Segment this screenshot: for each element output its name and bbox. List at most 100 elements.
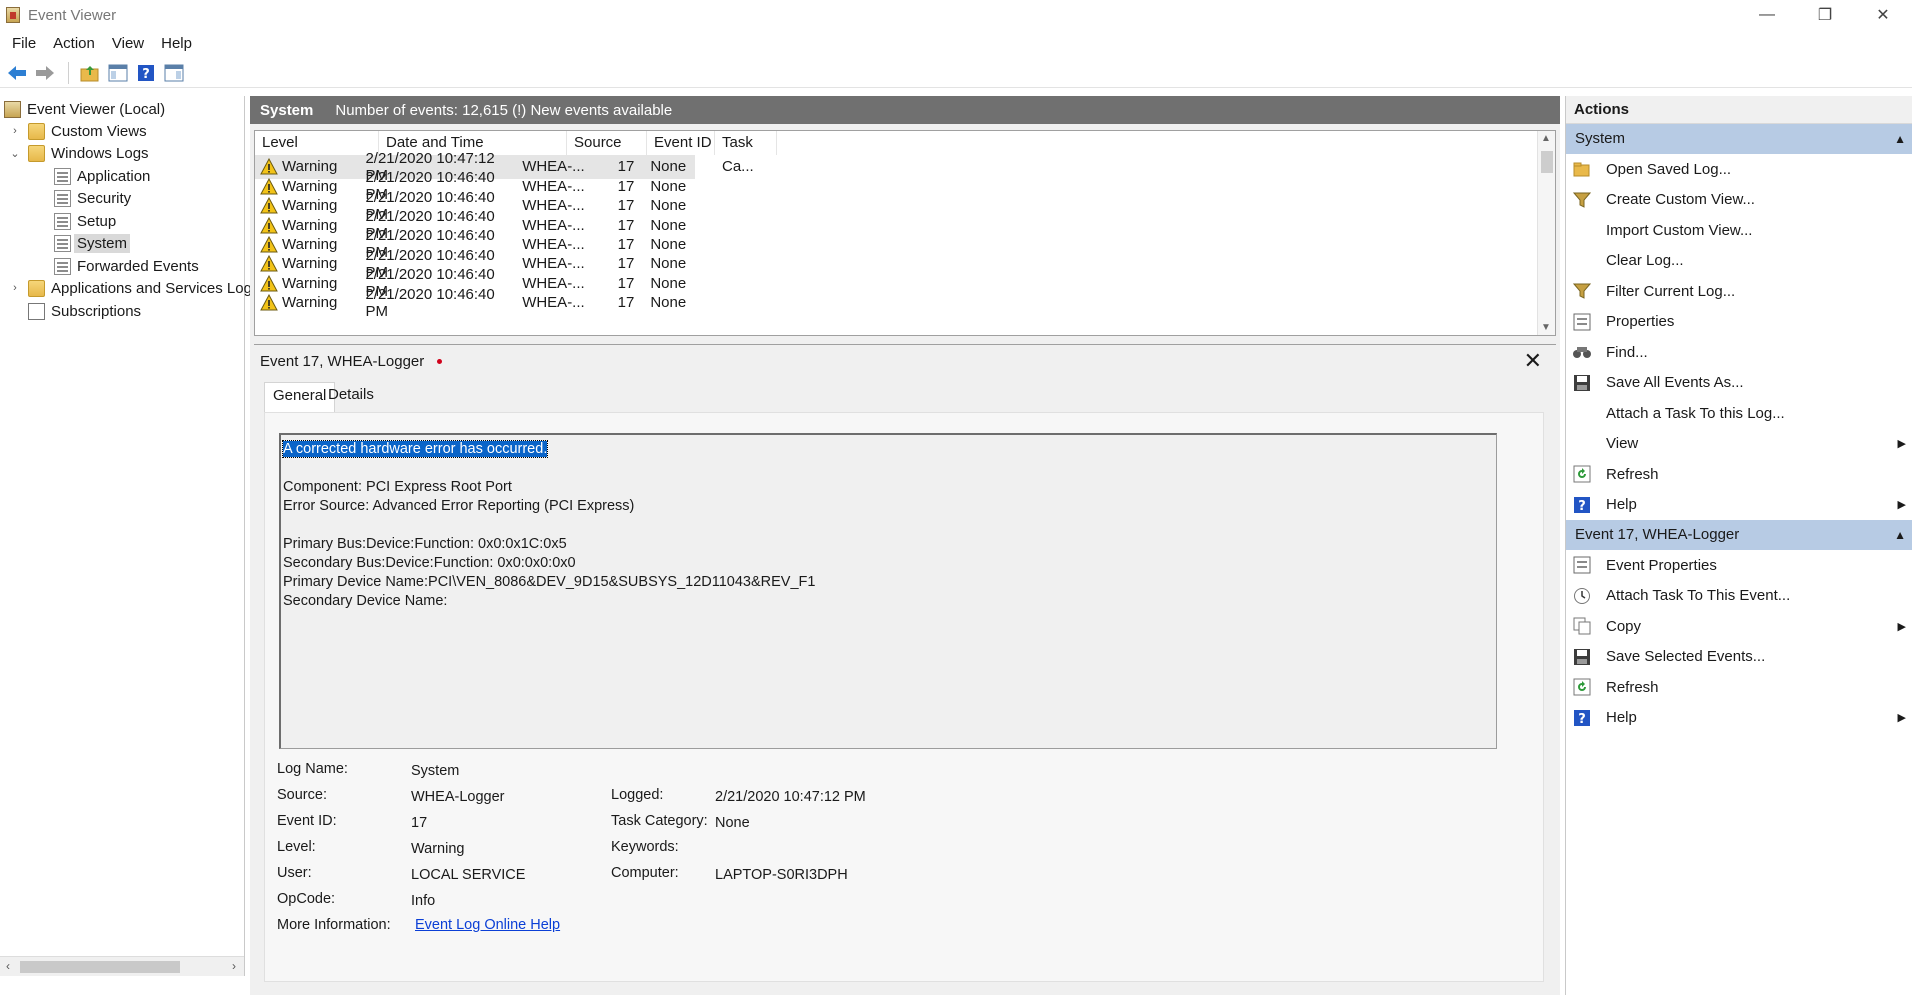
properties-icon [1572,312,1592,332]
scroll-up-icon[interactable]: ▲ [1541,133,1551,144]
red-dot-marker [437,359,442,364]
save-icon [1572,373,1592,393]
action-save-all-events-as[interactable]: Save All Events As... [1566,368,1912,399]
scrollbar-thumb[interactable] [20,961,180,973]
menu-help[interactable]: Help [155,35,203,52]
actions-title: Actions [1566,96,1912,124]
collapse-icon[interactable]: ▲ [1894,124,1906,154]
tree-item-subscriptions[interactable]: Subscriptions [28,300,141,322]
action-open-saved-log[interactable]: Open Saved Log... [1566,154,1912,185]
up-folder-button[interactable] [77,60,103,86]
description-blank [283,516,1494,535]
close-window-button[interactable]: ✕ [1854,0,1912,30]
source-cell: WHEA-... [522,294,585,312]
action-properties[interactable]: Properties [1566,307,1912,338]
scrollbar-thumb[interactable] [1541,151,1553,173]
action-label: Find... [1606,343,1648,361]
action-help[interactable]: ? Help ▶ [1566,703,1912,734]
action-filter-current-log[interactable]: Filter Current Log... [1566,276,1912,307]
collapse-icon[interactable]: ▲ [1894,520,1906,550]
scroll-right-icon[interactable]: › [232,959,236,973]
source-cell: WHEA-... [522,255,585,273]
restore-button[interactable]: ❐ [1796,0,1854,30]
description-line: Secondary Bus:Device:Function: 0x0:0x0:0… [283,555,576,571]
tree-item-system[interactable]: System [54,232,131,254]
folder-icon [28,279,45,297]
action-attach-task-to-this-event[interactable]: Attach Task To This Event... [1566,581,1912,612]
action-label: Open Saved Log... [1606,160,1732,178]
tree-item-label: Applications and Services Log [51,279,252,297]
find-icon [1572,342,1592,362]
event-list-scrollbar[interactable]: ▲ ▼ [1537,131,1555,335]
tree-item-custom-views[interactable]: › Custom Views [8,120,147,142]
tab-details[interactable]: Details [320,382,382,410]
actions-section-system[interactable]: System ▲ [1566,124,1912,154]
action-refresh[interactable]: Refresh [1566,459,1912,490]
action-label: Properties [1606,313,1675,331]
help-icon: ? [1572,495,1592,515]
svg-text:?: ? [1578,712,1586,727]
level-text: Warning [282,235,338,253]
help-button[interactable]: ? [133,60,159,86]
level-text: Warning [282,255,338,273]
menu-file[interactable]: File [6,35,47,52]
action-find[interactable]: Find... [1566,337,1912,368]
back-button[interactable] [4,60,30,86]
column-source[interactable]: Source [567,131,647,155]
action-label: Event Properties [1606,556,1717,574]
level-text: Warning [282,197,338,215]
user-label: User: [277,865,312,881]
column-task-category[interactable]: Task Ca... [715,131,777,175]
show-hide-action-pane-button[interactable] [161,60,187,86]
tree-horizontal-scrollbar[interactable]: ‹ › [0,956,244,976]
chevron-down-icon[interactable]: ⌄ [8,147,22,160]
tree-item-root[interactable]: Event Viewer (Local) [4,98,165,120]
chevron-right-icon[interactable]: › [8,282,22,294]
keywords-label: Keywords: [611,839,679,855]
action-label: Import Custom View... [1606,221,1753,239]
svg-text:?: ? [1578,499,1586,514]
source-cell: WHEA-... [522,177,585,195]
title-bar: Event Viewer — ❐ ✕ [0,0,1912,30]
event-row[interactable]: Warning 2/21/2020 10:46:40 PM WHEA-... 17 No… [255,286,695,320]
action-view[interactable]: View ▶ [1566,429,1912,460]
scroll-down-icon[interactable]: ▼ [1541,322,1551,333]
actions-section-event[interactable]: Event 17, WHEA-Logger ▲ [1566,520,1912,550]
scroll-left-icon[interactable]: ‹ [6,959,10,973]
show-hide-tree-button[interactable] [105,60,131,86]
action-copy[interactable]: Copy ▶ [1566,611,1912,642]
tree-item-security[interactable]: Security [54,187,131,209]
log-name: System [260,101,314,119]
tree-item-setup[interactable]: Setup [54,210,116,232]
tree-item-forwarded-events[interactable]: Forwarded Events [54,255,199,277]
action-save-selected-events[interactable]: Save Selected Events... [1566,642,1912,673]
forward-button[interactable] [32,60,58,86]
action-help[interactable]: ? Help ▶ [1566,490,1912,521]
tree-item-apps-services[interactable]: › Applications and Services Log [8,277,252,299]
action-label: Save Selected Events... [1606,648,1766,666]
refresh-icon [1572,464,1592,484]
action-refresh[interactable]: Refresh [1566,672,1912,703]
menu-view[interactable]: View [106,35,155,52]
menu-action[interactable]: Action [47,35,106,52]
chevron-right-icon[interactable]: › [8,125,22,137]
section-label: Event 17, WHEA-Logger [1575,526,1740,543]
action-attach-a-task-to-this-log[interactable]: Attach a Task To this Log... [1566,398,1912,429]
action-create-custom-view[interactable]: Create Custom View... [1566,185,1912,216]
action-event-properties[interactable]: Event Properties [1566,550,1912,581]
minimize-button[interactable]: — [1738,0,1796,30]
tree-item-windows-logs[interactable]: ⌄ Windows Logs [8,142,149,164]
event-id-label: Event ID: [277,813,337,829]
level-cell: Warning [255,216,358,234]
tree-item-application[interactable]: Application [54,165,150,187]
event-description[interactable]: A corrected hardware error has occurred.… [279,433,1497,749]
close-detail-icon[interactable]: ✕ [1524,348,1542,374]
task-cell: None [650,274,687,292]
action-clear-log[interactable]: Clear Log... [1566,246,1912,277]
online-help-link[interactable]: Event Log Online Help [415,917,560,933]
action-import-custom-view[interactable]: Import Custom View... [1566,215,1912,246]
task-cell: None [650,255,687,273]
log-name-label: Log Name: [277,761,348,777]
event-id-cell: 17 [617,255,635,273]
column-event-id[interactable]: Event ID [647,131,715,155]
